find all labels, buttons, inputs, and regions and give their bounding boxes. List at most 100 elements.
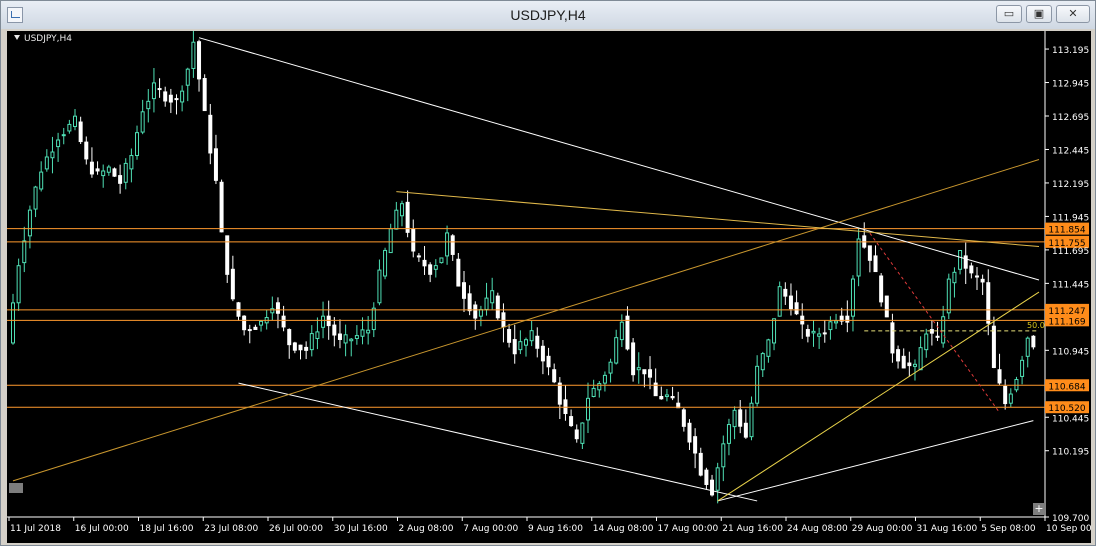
price-tick-label: 110.445 (1052, 414, 1089, 424)
candle-body (174, 98, 179, 101)
time-tick-label: 24 Aug 08:00 (787, 524, 848, 534)
price-level-label: 111.854 (1048, 226, 1085, 236)
candle-body (867, 245, 872, 261)
time-tick-label: 21 Aug 16:00 (722, 524, 783, 534)
candle-body (952, 271, 957, 284)
candle-body (33, 186, 38, 210)
candle-body (850, 278, 855, 317)
time-tick-label: 2 Aug 08:00 (399, 524, 454, 534)
candle-body (422, 259, 427, 267)
candle-body (383, 249, 388, 277)
candle-body (1003, 385, 1008, 405)
candle-body (524, 339, 528, 346)
candle-body (484, 297, 489, 310)
candle-body (197, 41, 202, 80)
symbol-label[interactable]: USDJPY,H4 (14, 34, 72, 44)
price-tick-label: 111.695 (1052, 247, 1089, 257)
candle-body (648, 369, 653, 378)
candle-body (230, 268, 235, 300)
rising-support-trendline (717, 291, 1040, 502)
title-bar[interactable]: USDJPY,H4 ▭ ▣ ✕ (1, 1, 1095, 29)
candle-body (349, 338, 354, 342)
fib-level-label: 50.0 (1027, 321, 1045, 330)
candle-body (112, 168, 117, 177)
price-tick-label: 112.695 (1052, 113, 1089, 123)
candle-body (343, 334, 348, 344)
candle-body (811, 330, 816, 334)
candle-body (698, 452, 703, 476)
candle-body (309, 333, 314, 351)
candle-body (924, 333, 929, 351)
channel-lower-trendline (238, 382, 758, 502)
time-tick-label: 14 Aug 08:00 (593, 524, 654, 534)
candle-body (473, 304, 478, 319)
candle-body (326, 315, 331, 327)
candle-body (710, 479, 715, 496)
candle-body (360, 329, 365, 337)
chart-window: USDJPY,H4 ▭ ▣ ✕ 111.854 111.755 111.247 111… (0, 0, 1096, 546)
candle-body (879, 275, 884, 303)
candle-body (794, 302, 799, 315)
price-chart[interactable]: 111.854 111.755 111.247 111.169 110.684 110.5… (7, 31, 1091, 543)
candle-body (315, 331, 320, 339)
candle-body (974, 275, 979, 278)
price-tick-label: 110.945 (1052, 347, 1089, 357)
symbol-label-text: USDJPY,H4 (24, 34, 72, 44)
chart-canvas[interactable]: 111.854111.755111.247111.169110.684110.5… (7, 31, 1091, 543)
candle-body (918, 347, 923, 371)
candle-body (366, 329, 371, 334)
candle-body (980, 278, 985, 283)
candle-body (766, 339, 771, 357)
candle-body (16, 265, 21, 304)
candle-body (106, 166, 111, 173)
candle-body (247, 329, 252, 332)
candle-body (772, 318, 777, 344)
candle-body (78, 121, 83, 143)
candle-body (22, 240, 27, 264)
candle-body (399, 203, 404, 217)
resistance-trendline (396, 191, 1040, 248)
candle-body (287, 329, 292, 346)
candle-body (890, 322, 895, 354)
candle-body (693, 436, 698, 454)
minimize-button[interactable]: ▭ (996, 5, 1022, 23)
candle-body (681, 409, 686, 427)
support-trendline (717, 420, 1034, 502)
price-level-label: 110.520 (1048, 404, 1085, 414)
maximize-button[interactable]: ▣ (1026, 5, 1052, 23)
zoom-in-icon[interactable]: + (1033, 503, 1045, 515)
window-title: USDJPY,H4 (510, 7, 586, 23)
close-button[interactable]: ✕ (1056, 5, 1090, 23)
candle-body (884, 295, 889, 318)
time-tick-label: 11 Jul 2018 (10, 524, 61, 534)
candle-body (625, 315, 630, 350)
candle-body (371, 307, 376, 331)
price-tick-label: 110.195 (1052, 448, 1089, 458)
candle-body (321, 315, 326, 328)
price-tick-label: 112.445 (1052, 146, 1089, 156)
candle-body (1025, 337, 1030, 357)
time-tick-label: 31 Aug 16:00 (917, 524, 978, 534)
candle-body (445, 232, 450, 257)
chart-scroll-handle[interactable] (9, 483, 23, 493)
candle-body (123, 162, 128, 183)
price-tick-label: 112.195 (1052, 180, 1089, 190)
candle-body (732, 409, 737, 428)
candle-body (636, 367, 641, 371)
candle-body (416, 255, 421, 258)
candle-body (146, 100, 151, 110)
candle-body (535, 335, 540, 349)
price-level-label: 110.684 (1048, 382, 1085, 392)
candle-body (275, 302, 280, 314)
candle-body (822, 332, 827, 335)
candle-body (405, 201, 410, 233)
candle-body (56, 139, 61, 148)
price-level-label: 111.169 (1048, 317, 1085, 327)
candle-body (507, 329, 512, 343)
time-tick-label: 23 Jul 08:00 (204, 524, 258, 534)
candle-body (614, 337, 619, 364)
price-tick-label: 113.195 (1052, 46, 1089, 56)
time-tick-label: 5 Sep 08:00 (981, 524, 1036, 534)
candle-body (50, 151, 55, 159)
candle-body (388, 228, 393, 254)
